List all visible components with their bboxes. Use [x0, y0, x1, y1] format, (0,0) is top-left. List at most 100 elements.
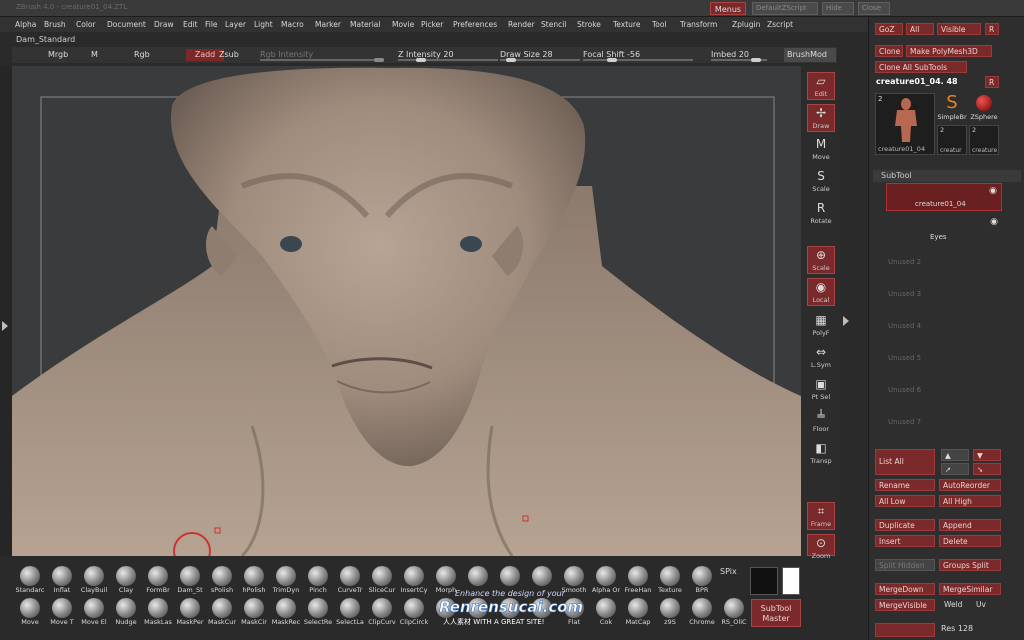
- rotate-button[interactable]: R Rotate: [807, 200, 835, 228]
- menus-button[interactable]: Menus: [710, 2, 746, 15]
- eye-visibility-icon[interactable]: ◉: [989, 186, 997, 196]
- merge-down-button[interactable]: MergeDown: [875, 583, 935, 595]
- brush-slot[interactable]: Alpha Or: [590, 566, 622, 594]
- menu-light[interactable]: Light: [254, 20, 273, 29]
- default-zscript-button[interactable]: DefaultZScript: [752, 2, 818, 15]
- insert-button[interactable]: Insert: [875, 535, 935, 547]
- menu-movie[interactable]: Movie: [392, 20, 414, 29]
- subtool-row-eyes[interactable]: Eyes ◉: [886, 215, 1002, 243]
- brush-slot[interactable]: Nudge: [110, 598, 142, 626]
- menu-stencil[interactable]: Stencil: [541, 20, 566, 29]
- primary-color-swatch[interactable]: [782, 567, 800, 595]
- brush-slot[interactable]: CurveTr: [334, 566, 366, 594]
- remesh-preview-thumbnail[interactable]: [875, 623, 935, 637]
- brush-slot[interactable]: Pinch: [302, 566, 334, 594]
- left-tray-handle[interactable]: [0, 66, 12, 556]
- goz-button[interactable]: GoZ: [875, 23, 903, 35]
- scale-button[interactable]: S Scale: [807, 168, 835, 196]
- secondary-color-swatch[interactable]: [750, 567, 778, 595]
- move-button[interactable]: M Move: [807, 136, 835, 164]
- edit-button[interactable]: ▱ Edit: [807, 72, 835, 100]
- brush-slot[interactable]: MaskRec: [270, 598, 302, 626]
- view-scale-button[interactable]: ⊕ Scale: [807, 246, 835, 274]
- clone-button[interactable]: Clone: [875, 45, 903, 57]
- brush-slot[interactable]: MaskCir: [238, 598, 270, 626]
- groups-split-button[interactable]: Groups Split: [939, 559, 1001, 571]
- brush-slot[interactable]: Move T: [46, 598, 78, 626]
- current-tool-thumbnail[interactable]: 2 creature01_04: [875, 93, 935, 155]
- focal-shift-slider[interactable]: [583, 58, 693, 62]
- polyf-button[interactable]: ▦ PolyF: [807, 312, 835, 340]
- creature-sculpt-model[interactable]: [12, 66, 801, 556]
- move-down-arrow-icon[interactable]: ▼: [973, 449, 1001, 461]
- brush-slot[interactable]: Cok: [590, 598, 622, 626]
- close-button[interactable]: Close: [858, 2, 890, 15]
- menu-texture[interactable]: Texture: [613, 20, 640, 29]
- brush-slot[interactable]: [494, 566, 526, 586]
- ptsel-button[interactable]: ▣ Pt Sel: [807, 376, 835, 404]
- arrow-bottom-icon[interactable]: ➘: [973, 463, 1001, 475]
- subtool-row-creature[interactable]: creature01_04 ◉: [886, 183, 1002, 211]
- brush-slot[interactable]: Move El: [78, 598, 110, 626]
- menu-draw[interactable]: Draw: [154, 20, 174, 29]
- draw-size-slider[interactable]: [500, 58, 580, 62]
- creature-tool-2[interactable]: 2 creatur: [937, 125, 967, 155]
- menu-material[interactable]: Material: [350, 20, 380, 29]
- menu-edit[interactable]: Edit: [183, 20, 198, 29]
- make-polymesh-button[interactable]: Make PolyMesh3D: [906, 45, 992, 57]
- brush-slot[interactable]: BPR: [686, 566, 718, 594]
- zsub-button[interactable]: Zsub: [219, 50, 239, 59]
- split-hidden-button[interactable]: Split Hidden: [875, 559, 935, 571]
- autoreorder-button[interactable]: AutoReorder: [939, 479, 1001, 491]
- brush-slot[interactable]: RS_OliC: [718, 598, 750, 626]
- menu-zplugin[interactable]: Zplugin: [732, 20, 760, 29]
- zoom-button[interactable]: ⊙ Zoom: [807, 534, 835, 560]
- menu-preferences[interactable]: Preferences: [453, 20, 497, 29]
- menu-picker[interactable]: Picker: [421, 20, 443, 29]
- menu-brush[interactable]: Brush: [44, 20, 66, 29]
- brush-slot[interactable]: ClipCurv: [366, 598, 398, 626]
- creature-tool-3[interactable]: 2 creature: [969, 125, 999, 155]
- brush-slot[interactable]: MaskPer: [174, 598, 206, 626]
- brush-slot[interactable]: FormBr: [142, 566, 174, 594]
- tool-r-button[interactable]: R: [985, 76, 999, 88]
- brush-slot[interactable]: [462, 566, 494, 586]
- brush-slot[interactable]: ClayBuil: [78, 566, 110, 594]
- all-low-button[interactable]: All Low: [875, 495, 935, 507]
- brush-slot[interactable]: Move: [14, 598, 46, 626]
- brush-slot[interactable]: ClipCirck: [398, 598, 430, 626]
- clone-all-subtools-button[interactable]: Clone All SubTools: [875, 61, 967, 73]
- merge-visible-button[interactable]: MergeVisible: [875, 599, 935, 611]
- all-high-button[interactable]: All High: [939, 495, 1001, 507]
- m-button[interactable]: M: [91, 50, 98, 59]
- eye-visibility-icon[interactable]: ◉: [990, 217, 998, 227]
- menu-zscript[interactable]: Zscript: [767, 20, 793, 29]
- brush-slot[interactable]: Chrome: [686, 598, 718, 626]
- brush-slot[interactable]: Texture: [654, 566, 686, 594]
- subtool-section-header[interactable]: SubTool: [873, 170, 1021, 182]
- brush-slot[interactable]: InsertCy: [398, 566, 430, 594]
- append-button[interactable]: Append: [939, 519, 1001, 531]
- frame-button[interactable]: ⌗ Frame: [807, 502, 835, 530]
- menu-render[interactable]: Render: [508, 20, 535, 29]
- subtool-master-button[interactable]: SubTool Master: [751, 599, 801, 627]
- goz-r-button[interactable]: R: [985, 23, 999, 35]
- brush-slot[interactable]: Dam_St: [174, 566, 206, 594]
- mrgb-button[interactable]: Mrgb: [48, 50, 68, 59]
- floor-button[interactable]: ╧ Floor: [807, 408, 835, 436]
- list-all-button[interactable]: List All: [875, 449, 935, 475]
- z-intensity-slider[interactable]: [398, 58, 498, 62]
- brush-slot[interactable]: hPolish: [238, 566, 270, 594]
- rgb-intensity-slider[interactable]: [260, 58, 384, 62]
- rgb-button[interactable]: Rgb: [134, 50, 150, 59]
- brush-slot[interactable]: Clay: [110, 566, 142, 594]
- duplicate-button[interactable]: Duplicate: [875, 519, 935, 531]
- menu-document[interactable]: Document: [107, 20, 146, 29]
- canvas-viewport[interactable]: [12, 66, 801, 556]
- simplebrush-tool[interactable]: S SimpleBr: [937, 93, 967, 123]
- brush-slot[interactable]: MaskCur: [206, 598, 238, 626]
- brushmod-slider[interactable]: BrushMod: [784, 48, 836, 62]
- right-tray-handle[interactable]: [841, 66, 868, 556]
- menu-file[interactable]: File: [205, 20, 218, 29]
- brush-slot[interactable]: SliceCur: [366, 566, 398, 594]
